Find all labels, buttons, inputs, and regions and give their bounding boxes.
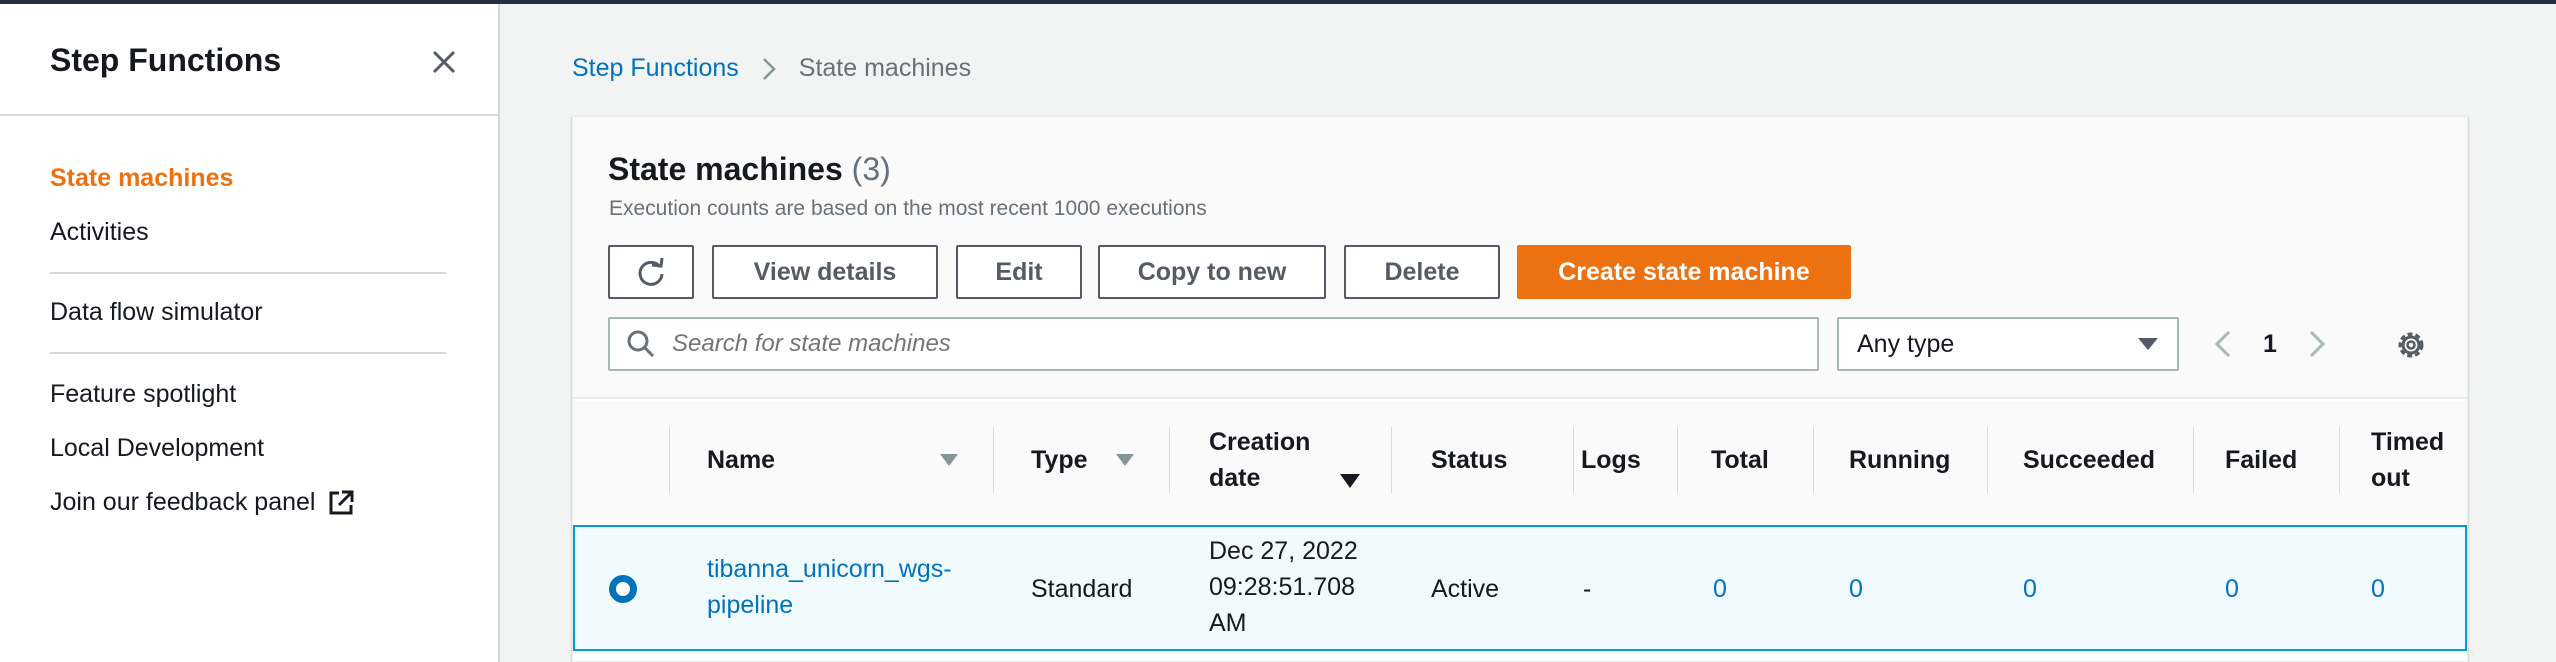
state-machine-name-link[interactable]: tibanna_unicorn_wgs-pipeline: [707, 551, 967, 623]
sort-descending-icon[interactable]: [1339, 473, 1361, 489]
sidebar-item-label: Join our feedback panel: [50, 488, 316, 516]
column-header-type[interactable]: Type: [1031, 401, 1088, 519]
cell-creation-date: Dec 27, 2022 09:28:51.708 AM: [1209, 537, 1358, 637]
column-separator: [1573, 427, 1574, 493]
create-state-machine-button[interactable]: Create state machine: [1517, 245, 1851, 299]
search-box[interactable]: [608, 317, 1819, 371]
sidebar-item-label: Activities: [50, 218, 149, 246]
panel-header: State machines (3) Execution counts are …: [573, 117, 2467, 399]
copy-to-new-button[interactable]: Copy to new: [1098, 245, 1326, 299]
cell-type: Standard: [1031, 575, 1133, 603]
column-header-label: Succeeded: [2023, 446, 2156, 474]
gear-icon[interactable]: [2393, 327, 2429, 363]
column-header-label: Status: [1431, 446, 1508, 474]
close-icon[interactable]: [424, 42, 464, 82]
sidebar: Step Functions State machines Activities…: [0, 4, 500, 662]
sidebar-divider: [50, 352, 446, 354]
state-machines-panel: State machines (3) Execution counts are …: [572, 116, 2468, 662]
pagination: 1: [2213, 317, 2327, 371]
caret-down-icon: [2138, 338, 2158, 350]
column-header-running: Running: [1849, 401, 1950, 519]
column-separator: [1813, 427, 1814, 493]
chevron-left-icon[interactable]: [2213, 328, 2233, 360]
sidebar-item-local-development[interactable]: Local Development: [50, 434, 264, 463]
column-header-label: Name: [707, 446, 776, 474]
page-number[interactable]: 1: [2263, 330, 2277, 359]
column-separator: [2339, 427, 2340, 493]
column-header-logs: Logs: [1581, 401, 1641, 519]
chevron-right-icon: [762, 57, 776, 80]
column-header-name[interactable]: Name: [707, 401, 775, 519]
sidebar-item-feature-spotlight[interactable]: Feature spotlight: [50, 380, 236, 409]
external-link-icon: [329, 490, 354, 514]
column-header-failed: Failed: [2225, 401, 2297, 519]
sidebar-item-data-flow-simulator[interactable]: Data flow simulator: [50, 298, 263, 327]
sidebar-item-label: Data flow simulator: [50, 298, 263, 326]
column-header-label: Creation date: [1209, 428, 1311, 492]
cell-total[interactable]: 0: [1713, 571, 1727, 607]
column-separator: [1987, 427, 1988, 493]
cell-status: Active: [1431, 575, 1500, 603]
refresh-icon: [638, 257, 664, 286]
sidebar-title: Step Functions: [50, 42, 282, 78]
sidebar-item-activities[interactable]: Activities: [50, 218, 149, 247]
column-header-label: Total: [1711, 446, 1769, 474]
delete-button[interactable]: Delete: [1344, 245, 1500, 299]
column-separator: [1169, 427, 1170, 493]
sort-icon[interactable]: [939, 453, 959, 467]
view-details-button[interactable]: View details: [712, 245, 938, 299]
cell-succeeded[interactable]: 0: [2023, 571, 2037, 607]
breadcrumb-current: State machines: [798, 54, 972, 82]
search-input[interactable]: [672, 330, 1772, 358]
column-header-label: Logs: [1581, 446, 1641, 474]
edit-button[interactable]: Edit: [956, 245, 1082, 299]
panel-subtitle: Execution counts are based on the most r…: [609, 197, 1207, 220]
refresh-button[interactable]: [608, 245, 694, 299]
type-filter-value: Any type: [1857, 329, 1955, 358]
type-filter-select[interactable]: Any type: [1837, 317, 2179, 371]
column-separator: [669, 427, 670, 493]
cell-failed[interactable]: 0: [2225, 571, 2239, 607]
sort-icon[interactable]: [1115, 453, 1135, 467]
panel-title: State machines (3): [608, 151, 891, 188]
panel-title-text: State machines: [608, 151, 843, 187]
sidebar-divider: [50, 272, 446, 274]
column-header-label: Failed: [2225, 446, 2298, 474]
column-header-succeeded: Succeeded: [2023, 401, 2155, 519]
table-header: Name Type Creation date Status Logs Tota…: [573, 401, 2467, 519]
sidebar-item-label: State machines: [50, 164, 234, 192]
search-icon: [627, 330, 655, 358]
column-header-label: Running: [1849, 446, 1951, 474]
panel-count: (3): [851, 151, 891, 187]
row-select-radio[interactable]: [609, 575, 637, 603]
cell-logs: -: [1583, 575, 1592, 603]
column-header-creation-date[interactable]: Creation date: [1209, 401, 1319, 519]
column-separator: [2193, 427, 2194, 493]
sidebar-header: Step Functions: [0, 4, 498, 116]
cell-timed-out[interactable]: 0: [2371, 571, 2385, 607]
column-header-label: Timed out: [2371, 428, 2445, 492]
column-header-label: Type: [1031, 446, 1088, 474]
sidebar-item-label: Feature spotlight: [50, 380, 237, 408]
column-header-status: Status: [1431, 401, 1507, 519]
column-header-total: Total: [1711, 401, 1769, 519]
column-separator: [1391, 427, 1392, 493]
chevron-right-icon[interactable]: [2307, 328, 2327, 360]
table-row[interactable]: tibanna_unicorn_wgs-pipeline Standard De…: [573, 525, 2467, 651]
column-header-timed-out: Timed out: [2371, 401, 2463, 519]
column-separator: [993, 427, 994, 493]
sidebar-item-state-machines[interactable]: State machines: [50, 164, 233, 193]
breadcrumb: Step Functions State machines: [572, 54, 971, 83]
sidebar-item-feedback-panel[interactable]: Join our feedback panel: [50, 488, 355, 517]
breadcrumb-step-functions[interactable]: Step Functions: [572, 54, 739, 83]
cell-running[interactable]: 0: [1849, 571, 1863, 607]
sidebar-item-label: Local Development: [50, 434, 265, 462]
column-separator: [1677, 427, 1678, 493]
